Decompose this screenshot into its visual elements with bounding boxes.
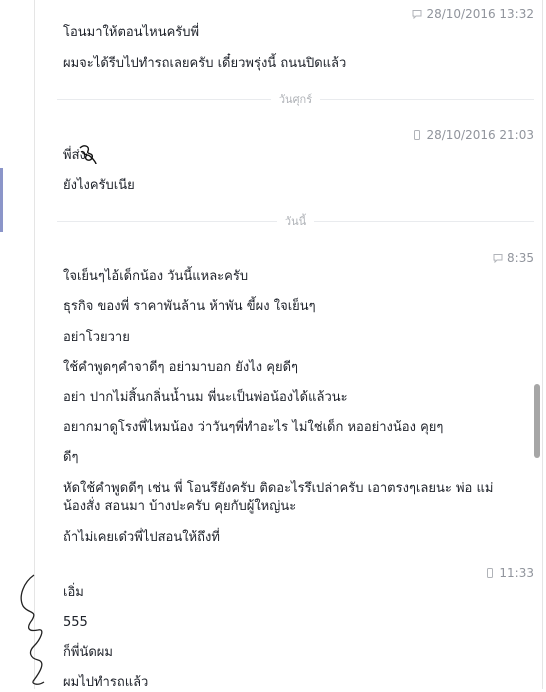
message: ดีๆ xyxy=(63,450,79,465)
message: เอิ่ม xyxy=(63,585,84,600)
message: ก็พี่นัดผม xyxy=(63,645,113,660)
vertical-scrollbar-thumb[interactable] xyxy=(534,384,540,458)
message: ธุรกิจ ของพี่ ราคาพันล้าน ห้าพัน ขี้ผง ใ… xyxy=(63,299,316,314)
message: ถ้าไม่เคยเด๋วพี่ไปสอนให้ถึงที่ xyxy=(63,530,220,545)
handwritten-annotation-icon xyxy=(20,574,45,685)
message: อยากมาดูโรงพี่ไหมน้อง ว่าวันๆพี่ทำอะไร ไ… xyxy=(63,420,444,435)
chat-bubble-icon xyxy=(412,10,422,19)
message: อย่า ปากไม่สิ้นกลิ่นน้ำนม พี่นะเป็นพ่อน้… xyxy=(63,390,348,405)
message: ผมจะได้รีบไปทำรถเลยครับ เดี๋ยวพรุ่งนี้ ถ… xyxy=(63,56,347,71)
date-separator-label: วันศุกร์ xyxy=(278,93,313,106)
timestamp-text: 28/10/2016 13:32 xyxy=(426,7,534,21)
left-accent-bar xyxy=(0,168,3,232)
timestamp-text: 8:35 xyxy=(507,251,534,265)
date-separator-label: วันนี้ xyxy=(284,215,307,228)
scribble-sticker-icon xyxy=(79,145,97,165)
message: โอนมาให้ตอนไหนครับพี่ xyxy=(63,25,200,40)
timestamp-3: 8:35 xyxy=(493,251,534,265)
message: ผมไปทำรถแล้ว xyxy=(63,675,149,690)
mobile-phone-icon xyxy=(487,568,494,578)
message: หัดใช้คำพูดดีๆ เช่น พี่ โอนรึยังครับ ติด… xyxy=(63,481,494,514)
chat-bubble-icon xyxy=(493,254,503,263)
message: ใช้คำพูดๆคำจาดีๆ อย่ามาบอก ยังไง คุยดีๆ xyxy=(63,360,299,375)
message: อย่าโวยวาย xyxy=(63,330,130,345)
message: 555 xyxy=(63,615,88,630)
mobile-phone-icon xyxy=(414,130,421,140)
timestamp-1: 28/10/2016 13:32 xyxy=(412,7,534,21)
message: ใจเย็นๆไอ้เด็กน้อง วันนี้แหละครับ xyxy=(63,269,249,284)
timestamp-2: 28/10/2016 21:03 xyxy=(412,128,534,142)
timestamp-text: 28/10/2016 21:03 xyxy=(426,128,534,142)
timestamp-4: 11:33 xyxy=(485,566,534,580)
date-separator: วันนี้ xyxy=(57,214,534,228)
timestamp-text: 11:33 xyxy=(499,566,534,580)
message: ยังไงครับเนีย xyxy=(63,178,135,193)
date-separator: วันศุกร์ xyxy=(57,92,534,106)
